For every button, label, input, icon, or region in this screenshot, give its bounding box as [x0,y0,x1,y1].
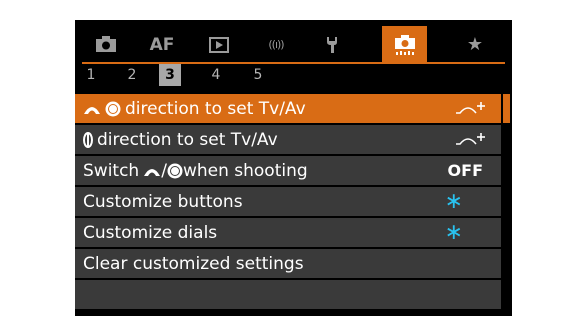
custom-camera-icon [394,34,415,55]
tab-af[interactable]: AF [145,26,179,63]
tab-af-label: AF [149,34,175,55]
customized-star-icon: ∗ [444,220,463,245]
scrollbar-thumb[interactable] [503,94,510,123]
page-2[interactable]: 2 [122,64,142,86]
curve-plus-icon [456,101,485,114]
tab-wireless[interactable]: ((ı)) [259,26,293,63]
menu-item-label: Switch / when shooting [83,156,308,185]
page-3[interactable]: 3 [159,64,181,86]
menu-item-customize-dials[interactable]: Customize dials ∗ [75,218,501,247]
menu-item-text: direction to set Tv/Av [97,129,278,150]
main-dial-icon [144,168,161,176]
menu-item-label: direction to set Tv/Av [83,94,306,123]
customized-star-icon: ∗ [444,189,463,214]
tab-custom-functions[interactable] [382,26,427,63]
star-icon: ★ [466,34,484,55]
menu-item-label: Customize dials [83,222,218,243]
menu-item-label: Clear customized settings [83,253,304,274]
menu-item-empty [75,280,501,309]
menu-item-text: direction to set Tv/Av [125,98,306,119]
menu-item-control-ring-direction[interactable]: direction to set Tv/Av [75,125,501,154]
playback-icon [209,36,229,53]
camera-icon [96,36,116,52]
control-ring-icon [83,131,93,148]
menu-item-text: Switch [83,160,140,181]
page-4[interactable]: 4 [206,64,226,86]
tab-setup[interactable] [315,26,349,63]
menu-item-main-dial-direction[interactable]: direction to set Tv/Av [75,94,501,123]
tab-shooting[interactable] [89,26,123,63]
menu-item-label: direction to set Tv/Av [83,125,278,154]
wireless-icon: ((ı)) [268,38,284,51]
quick-control-dial-icon [105,101,121,116]
switch-value: OFF [447,161,483,180]
page-5[interactable]: 5 [248,64,268,86]
page-indicator: 1 2 3 4 5 [75,64,512,88]
menu-tab-bar: AF ((ı)) ★ [75,20,512,64]
curve-plus-icon [456,132,485,145]
direction-value [455,94,487,123]
direction-value [455,125,487,154]
menu-item-customize-buttons[interactable]: Customize buttons ∗ [75,187,501,216]
menu-item-label: Customize buttons [83,191,243,212]
tab-playback[interactable] [202,26,236,63]
quick-control-dial-icon [167,163,183,178]
wrench-icon [327,36,337,53]
menu-item-switch-dials[interactable]: Switch / when shooting OFF [75,156,501,185]
menu-item-text-end: when shooting [182,160,308,181]
menu-item-clear-customized-settings[interactable]: Clear customized settings [75,249,501,278]
camera-menu-screen: AF ((ı)) ★ 1 2 3 4 5 direction to set Tv… [75,20,512,316]
page-1[interactable]: 1 [81,64,101,86]
tab-my-menu[interactable]: ★ [458,26,492,63]
main-dial-icon [84,106,100,114]
